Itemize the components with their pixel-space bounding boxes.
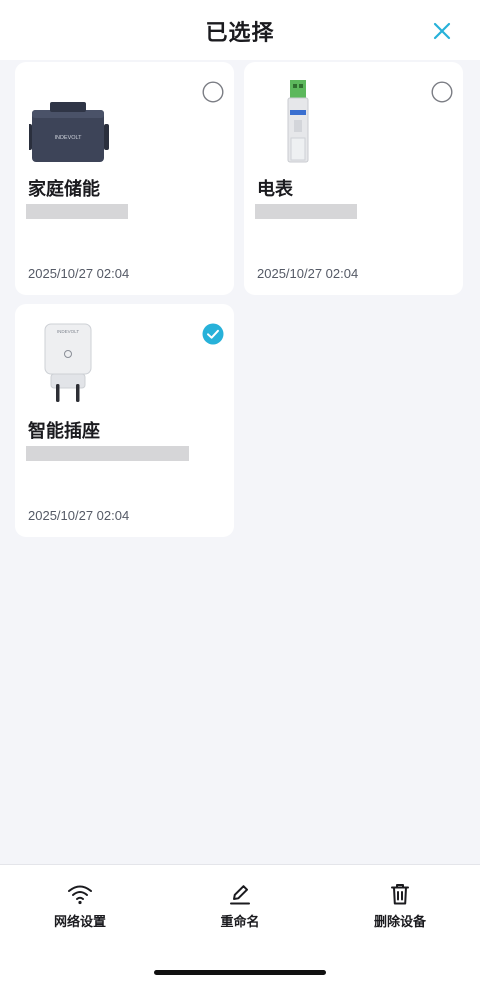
energy-meter-image <box>258 78 350 164</box>
redacted-serial <box>255 204 357 219</box>
selected-check-icon[interactable] <box>202 323 224 345</box>
smart-plug-image: INDEVOLT <box>29 320 121 406</box>
action-label: 网络设置 <box>53 915 106 930</box>
action-label: 重命名 <box>220 915 260 930</box>
select-radio[interactable] <box>202 81 224 103</box>
network-settings-button[interactable]: 网络设置 <box>20 883 140 930</box>
redacted-serial <box>26 446 189 461</box>
device-time: 2025/10/27 02:04 <box>257 266 359 281</box>
trash-icon <box>391 884 409 905</box>
wifi-icon <box>68 885 92 905</box>
page-title: 已选择 <box>205 21 275 46</box>
battery-storage-image: INDEVOLT <box>27 78 121 164</box>
pencil-icon <box>230 885 250 905</box>
device-card[interactable]: INDEVOLT 智能插座 2025/10/27 02:04 <box>15 304 234 537</box>
close-icon[interactable] <box>430 19 454 43</box>
device-time: 2025/10/27 02:04 <box>28 266 130 281</box>
device-name: 电表 <box>257 179 293 200</box>
action-label: 删除设备 <box>373 915 426 930</box>
svg-text:INDEVOLT: INDEVOLT <box>57 329 79 334</box>
delete-device-button[interactable]: 删除设备 <box>340 883 460 930</box>
device-time: 2025/10/27 02:04 <box>28 508 130 523</box>
svg-text:INDEVOLT: INDEVOLT <box>54 135 82 141</box>
select-radio[interactable] <box>431 81 453 103</box>
rename-button[interactable]: 重命名 <box>180 883 300 930</box>
device-name: 家庭储能 <box>28 179 100 200</box>
device-name: 智能插座 <box>28 421 100 442</box>
device-card[interactable]: INDEVOLT 家庭储能 2025/10/27 02:04 <box>15 62 234 295</box>
header: 已选择 <box>0 0 480 60</box>
home-indicator <box>154 970 326 975</box>
device-card[interactable]: 电表 2025/10/27 02:04 <box>244 62 463 295</box>
redacted-serial <box>26 204 128 219</box>
bottom-action-bar: 网络设置 重命名 删除设备 <box>0 864 480 986</box>
